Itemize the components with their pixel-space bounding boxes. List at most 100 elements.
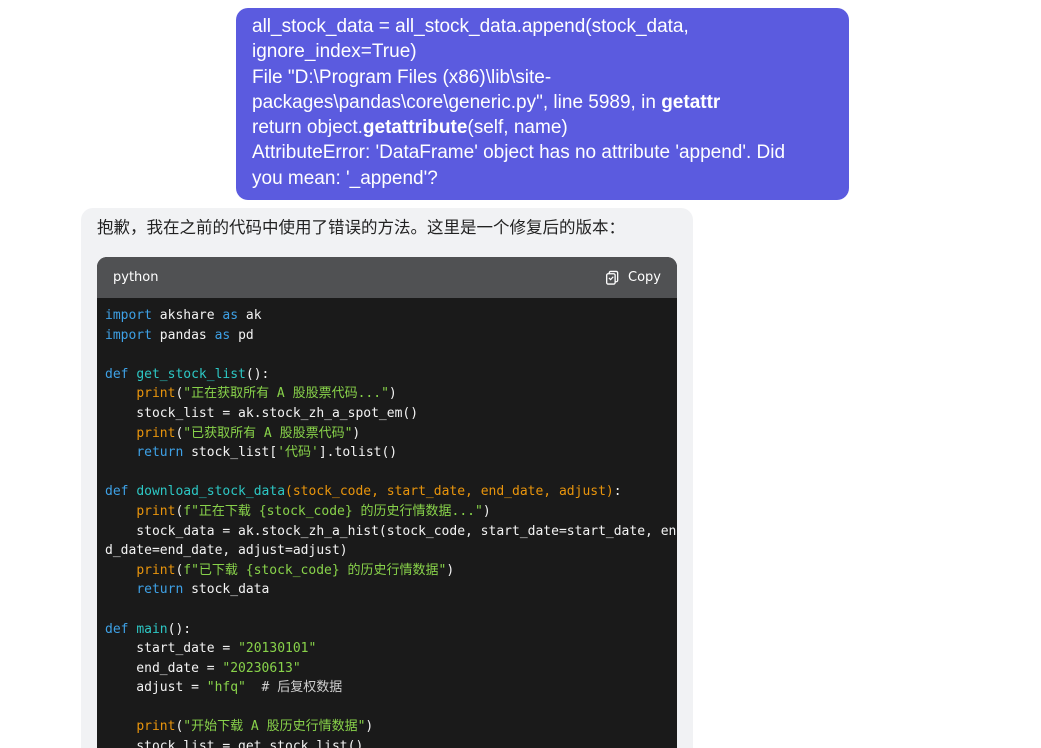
code-line: end_date = "20230613" <box>105 659 669 679</box>
code-token: print <box>136 386 176 402</box>
code-token: f"正在下载 {stock_code} 的历史行情数据..." <box>183 503 483 519</box>
code-token: print <box>136 719 176 735</box>
code-token: stock_data = ak.stock_zh_a_hist(stock_co… <box>105 523 677 539</box>
code-token: (stock_code, start_date, end_date, adjus… <box>285 484 614 500</box>
user-message-line: ignore_index=True) <box>252 39 837 64</box>
code-token: # 后复权数据 <box>261 680 343 696</box>
code-token: main <box>136 621 168 637</box>
code-token: stock_list[ <box>183 445 278 461</box>
copy-code-button[interactable]: Copy <box>605 270 661 285</box>
code-line: stock_data = ak.stock_zh_a_hist(stock_co… <box>105 522 676 542</box>
code-token: '代码' <box>277 445 319 461</box>
code-token: d_date=end_date, adjust=adjust) <box>105 543 348 559</box>
user-message-bubble: all_stock_data = all_stock_data.append(s… <box>236 8 849 200</box>
code-line: import pandas as pd <box>105 326 669 346</box>
code-token: pd <box>230 327 254 343</box>
code-token: pandas <box>151 327 215 343</box>
code-token: ) <box>352 425 361 441</box>
chat-page: all_stock_data = all_stock_data.append(s… <box>0 0 1041 748</box>
code-line: import akshare as ak <box>105 306 669 326</box>
code-token: ) <box>388 386 397 402</box>
code-token: "20230613" <box>222 660 301 676</box>
clipboard-icon <box>606 270 619 285</box>
code-token: import <box>105 308 152 323</box>
code-token: stock_list = ak.stock_zh_a_spot_em() <box>105 405 419 421</box>
code-token: (): <box>167 621 192 637</box>
code-line: def get_stock_list(): <box>105 365 669 385</box>
user-message-text: getattr <box>661 91 721 113</box>
code-line: print("开始下载 A 股历史行情数据") <box>105 717 669 737</box>
user-message-text: packages\pandas\core\generic.py", line 5… <box>252 91 662 113</box>
code-token: ) <box>482 503 491 519</box>
user-message-text: File "D:\Program Files (x86)\lib\site- <box>252 66 552 88</box>
code-token: start_date = <box>105 641 239 657</box>
code-body: import akshare as ak import pandas as pd d… <box>97 298 677 748</box>
copy-label: Copy <box>628 270 661 285</box>
code-token: as <box>214 327 231 343</box>
code-token: def <box>105 621 129 637</box>
code-token: "20130101" <box>238 641 317 657</box>
code-language-label: python <box>113 270 159 285</box>
code-token: print <box>136 425 176 441</box>
code-line: return stock_data <box>105 580 669 600</box>
code-line: return stock_list['代码'].tolist() <box>105 443 669 463</box>
user-message-text: (self, name) <box>467 117 568 139</box>
code-token: ak <box>238 308 262 323</box>
assistant-reply-text: 抱歉，我在之前的代码中使用了错误的方法。这里是一个修复后的版本： <box>97 218 625 237</box>
user-message-text: AttributeError: 'DataFrame' object has n… <box>252 142 786 164</box>
code-token: def <box>105 484 129 500</box>
code-token: download_stock_data <box>136 484 286 500</box>
code-line: def download_stock_data(stock_code, star… <box>105 482 669 502</box>
code-token: print <box>136 562 176 578</box>
code-line: print("已获取所有 A 股股票代码") <box>105 424 669 444</box>
user-message-line: File "D:\Program Files (x86)\lib\site- <box>252 65 837 90</box>
code-token: ) <box>365 719 374 735</box>
code-line: stock_list = ak.stock_zh_a_spot_em() <box>105 404 669 424</box>
user-message-line: return object.getattribute(self, name) <box>252 115 837 140</box>
code-line: start_date = "20130101" <box>105 639 669 659</box>
code-line: d_date=end_date, adjust=adjust) <box>105 541 669 561</box>
code-block: python Copy import akshare as ak import p… <box>97 257 677 748</box>
code-line: print("正在获取所有 A 股股票代码...") <box>105 384 669 404</box>
code-token: "已获取所有 A 股股票代码" <box>183 425 353 441</box>
code-block-header: python Copy <box>97 257 677 298</box>
code-token: "正在获取所有 A 股股票代码..." <box>183 386 389 402</box>
code-token: return <box>136 582 184 598</box>
code-line: print(f"已下载 {stock_code} 的历史行情数据") <box>105 561 669 581</box>
code-token: return <box>136 445 184 461</box>
code-token: as <box>222 308 239 323</box>
code-token: ].tolist() <box>318 445 398 461</box>
code-token: get_stock_list <box>136 366 246 382</box>
user-message-text: getattribute <box>362 117 468 139</box>
assistant-message-bubble: 抱歉，我在之前的代码中使用了错误的方法。这里是一个修复后的版本： python … <box>81 208 693 748</box>
code-token: stock_data <box>183 582 270 598</box>
code-line: def main(): <box>105 620 669 640</box>
user-message-text: all_stock_data = all_stock_data.append(s… <box>252 16 689 37</box>
code-token: "开始下载 A 股历史行情数据" <box>183 719 366 735</box>
user-message-line: AttributeError: 'DataFrame' object has n… <box>252 140 837 165</box>
user-message-text: ignore_index=True) <box>252 41 417 63</box>
user-message-line: packages\pandas\core\generic.py", line 5… <box>252 90 837 115</box>
code-line: stock_list = get_stock_list() <box>105 737 669 748</box>
code-token: stock_list = get_stock_list() <box>105 739 364 748</box>
code-token: print <box>136 503 176 519</box>
user-message-text: you mean: '_append'? <box>252 167 438 189</box>
code-token: "hfq" <box>206 680 246 696</box>
code-token: (): <box>245 366 270 382</box>
code-token: import <box>105 327 152 343</box>
code-token: f"已下载 {stock_code} 的历史行情数据" <box>183 562 447 578</box>
code-token: adjust = <box>105 680 207 696</box>
user-message-line: you mean: '_append'? <box>252 166 837 191</box>
